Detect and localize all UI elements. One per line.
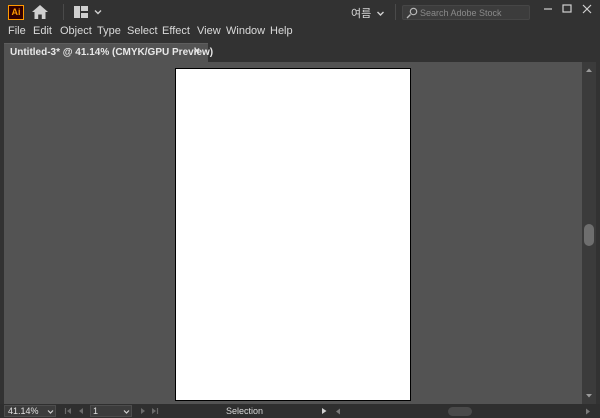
horizontal-scrollbar[interactable] bbox=[336, 407, 590, 416]
workspace-switcher-icon[interactable] bbox=[74, 6, 88, 18]
scroll-up-icon[interactable] bbox=[585, 66, 593, 74]
ai-logo: Ai bbox=[8, 5, 24, 20]
prev-page-icon[interactable] bbox=[77, 407, 85, 415]
vertical-scrollbar[interactable] bbox=[582, 62, 596, 404]
artboard-number-value: 1 bbox=[93, 406, 99, 416]
vertical-scroll-thumb[interactable] bbox=[584, 224, 594, 246]
toolbar-divider bbox=[63, 4, 64, 20]
scroll-left-icon[interactable] bbox=[334, 407, 342, 416]
maximize-icon[interactable] bbox=[559, 2, 575, 16]
stock-search-box[interactable] bbox=[402, 5, 530, 20]
document-tab[interactable]: Untitled-3* @ 41.14% (CMYK/GPU Preview) … bbox=[4, 43, 213, 62]
menu-file[interactable]: File bbox=[8, 25, 26, 37]
menu-bar: File Edit Object Type Select Effect View… bbox=[0, 22, 600, 40]
status-tool-label: Selection bbox=[226, 406, 264, 416]
menu-type[interactable]: Type bbox=[97, 25, 121, 37]
first-page-icon[interactable] bbox=[64, 407, 72, 415]
chevron-down-icon[interactable] bbox=[93, 7, 103, 17]
menu-select[interactable]: Select bbox=[127, 25, 158, 37]
chevron-down-icon[interactable] bbox=[376, 9, 385, 18]
play-icon[interactable] bbox=[320, 407, 328, 415]
horizontal-scroll-thumb[interactable] bbox=[448, 407, 472, 416]
last-page-icon[interactable] bbox=[151, 407, 159, 415]
scroll-down-icon[interactable] bbox=[585, 392, 593, 400]
close-icon[interactable] bbox=[579, 2, 595, 16]
stock-search-input[interactable] bbox=[420, 6, 528, 19]
canvas-area[interactable] bbox=[4, 62, 582, 404]
document-tab-bar: Untitled-3* @ 41.14% (CMYK/GPU Preview) … bbox=[0, 42, 600, 62]
next-page-icon[interactable] bbox=[139, 407, 147, 415]
artboard-number-select[interactable]: 1 bbox=[90, 405, 132, 417]
menu-view[interactable]: View bbox=[197, 25, 221, 37]
language-selector[interactable]: 여름 bbox=[351, 5, 371, 21]
title-bar: Ai 여름 bbox=[0, 0, 600, 24]
chevron-down-icon bbox=[47, 410, 54, 414]
zoom-level-select[interactable]: 41.14% bbox=[4, 405, 56, 417]
scroll-right-icon[interactable] bbox=[584, 407, 592, 416]
artboard[interactable] bbox=[175, 68, 411, 401]
toolbar-divider bbox=[395, 4, 396, 20]
menu-help[interactable]: Help bbox=[270, 25, 293, 37]
menu-window[interactable]: Window bbox=[226, 25, 265, 37]
menu-edit[interactable]: Edit bbox=[33, 25, 52, 37]
search-icon bbox=[406, 7, 418, 19]
tab-close-icon[interactable]: × bbox=[194, 46, 200, 57]
document-tab-label: Untitled-3* @ 41.14% (CMYK/GPU Preview) bbox=[10, 47, 214, 58]
status-bar: 41.14% 1 Selection bbox=[0, 404, 600, 418]
menu-effect[interactable]: Effect bbox=[162, 25, 190, 37]
menu-object[interactable]: Object bbox=[60, 25, 92, 37]
home-icon[interactable] bbox=[31, 4, 49, 20]
minimize-icon[interactable] bbox=[540, 2, 556, 16]
zoom-level-value: 41.14% bbox=[8, 406, 39, 416]
chevron-down-icon bbox=[123, 410, 130, 414]
